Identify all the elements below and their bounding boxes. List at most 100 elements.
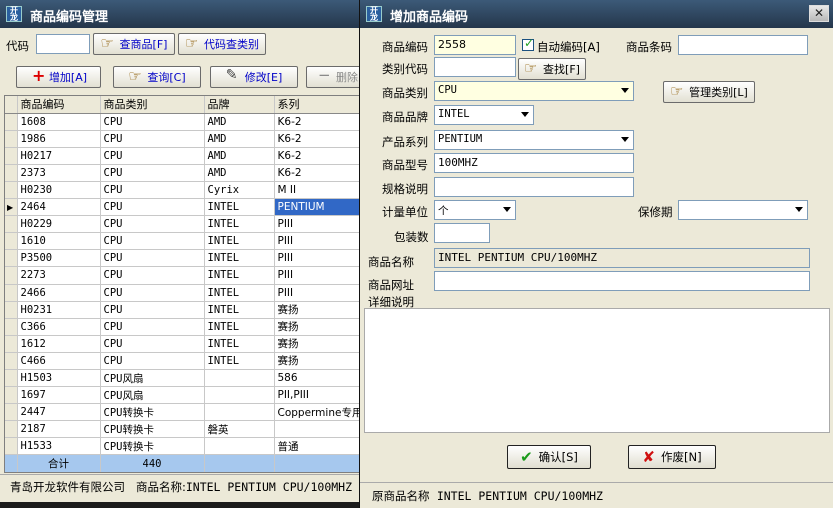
find-button[interactable]: 查找[F] — [518, 58, 586, 80]
table-cell[interactable]: CPU — [100, 318, 205, 336]
table-row[interactable]: 2466 CPU INTEL PIII — [5, 284, 360, 302]
row-indicator[interactable] — [5, 164, 18, 182]
table-cell[interactable]: CPU — [100, 198, 205, 217]
table-cell[interactable]: CPU转换卡 — [100, 437, 205, 456]
table-cell[interactable]: INTEL — [204, 301, 275, 319]
column-header-brand[interactable]: 品牌 — [204, 96, 275, 114]
table-row[interactable]: 2273 CPU INTEL PIII — [5, 266, 360, 285]
table-cell[interactable] — [204, 437, 275, 456]
table-cell[interactable]: 赛扬 — [274, 301, 360, 319]
table-cell[interactable]: CPU — [100, 335, 205, 353]
barcode-input[interactable] — [678, 35, 808, 55]
code-find-category-button[interactable]: 代码查类别 — [178, 33, 266, 55]
row-indicator[interactable] — [5, 369, 18, 388]
table-cell[interactable]: 2447 — [17, 403, 101, 422]
table-row[interactable]: H0229 CPU INTEL PIII — [5, 215, 360, 234]
table-cell[interactable]: INTEL — [204, 335, 275, 353]
model-input[interactable]: 100MHZ — [434, 153, 634, 173]
column-header-series[interactable]: 系列 — [274, 96, 360, 114]
table-cell[interactable]: H1503 — [17, 369, 101, 388]
table-row[interactable]: 2187 CPU转换卡 磐英 — [5, 420, 360, 439]
table-cell[interactable]: AMD — [204, 130, 275, 148]
table-cell[interactable]: P3500 — [17, 249, 101, 268]
table-cell[interactable]: CPU — [100, 301, 205, 319]
table-cell[interactable] — [204, 386, 275, 405]
category-select[interactable]: CPU — [434, 81, 634, 101]
row-indicator[interactable] — [5, 215, 18, 234]
table-row[interactable]: H0217 CPU AMD K6-2 — [5, 147, 360, 165]
table-cell[interactable]: CPU — [100, 249, 205, 268]
table-cell[interactable]: 2373 — [17, 164, 101, 182]
table-cell[interactable]: 磐英 — [204, 420, 275, 439]
row-indicator[interactable] — [5, 420, 18, 439]
detail-textarea[interactable] — [364, 308, 830, 433]
table-cell[interactable] — [204, 369, 275, 388]
table-cell[interactable]: K6-2 — [274, 113, 360, 131]
table-cell[interactable]: CPU — [100, 215, 205, 234]
row-indicator[interactable] — [5, 113, 18, 131]
category-code-input[interactable] — [434, 57, 516, 77]
close-icon[interactable]: ✕ — [809, 5, 829, 22]
table-row[interactable]: 1697 CPU风扇 PII,PIII — [5, 386, 360, 405]
product-code-input[interactable]: 2558 — [434, 35, 516, 55]
table-cell[interactable]: CPU风扇 — [100, 386, 205, 405]
table-cell[interactable]: CPU — [100, 266, 205, 285]
warranty-select[interactable] — [678, 200, 808, 220]
table-cell[interactable] — [204, 403, 275, 422]
table-cell[interactable]: PIII — [274, 249, 360, 268]
table-cell[interactable]: PIII — [274, 284, 360, 302]
table-cell[interactable]: PIII — [274, 215, 360, 234]
brand-select[interactable]: INTEL — [434, 105, 534, 125]
table-cell[interactable]: H0230 — [17, 181, 101, 200]
package-input[interactable] — [434, 223, 490, 243]
table-row[interactable]: 1608 CPU AMD K6-2 — [5, 113, 360, 131]
table-cell[interactable]: PIII — [274, 232, 360, 251]
confirm-button[interactable]: 确认[S] — [507, 445, 591, 469]
table-cell[interactable]: M II — [274, 181, 360, 200]
manage-category-button[interactable]: 管理类别[L] — [663, 81, 755, 103]
table-cell[interactable]: CPU — [100, 181, 205, 200]
dialog-titlebar[interactable]: 开龙 增加商品编码 ✕ — [360, 0, 833, 28]
column-header-category[interactable]: 商品类别 — [100, 96, 205, 114]
table-row[interactable]: H0230 CPU Cyrix M II — [5, 181, 360, 200]
table-cell[interactable]: PIII — [274, 266, 360, 285]
table-cell[interactable]: CPU — [100, 147, 205, 165]
table-cell[interactable]: 赛扬 — [274, 318, 360, 336]
table-cell[interactable]: 1610 — [17, 232, 101, 251]
table-cell[interactable]: CPU — [100, 352, 205, 371]
table-cell[interactable]: INTEL — [204, 215, 275, 234]
table-cell[interactable]: 2273 — [17, 266, 101, 285]
table-cell[interactable]: H0231 — [17, 301, 101, 319]
row-indicator[interactable] — [5, 335, 18, 353]
table-row[interactable]: C366 CPU INTEL 赛扬 — [5, 318, 360, 336]
table-cell[interactable]: CPU — [100, 284, 205, 302]
table-row[interactable]: 2447 CPU转换卡 Coppermine专用 — [5, 403, 360, 422]
spec-input[interactable] — [434, 177, 634, 197]
query-button[interactable]: 查询[C] — [113, 66, 201, 88]
table-cell[interactable]: 1986 — [17, 130, 101, 148]
table-cell[interactable]: 1697 — [17, 386, 101, 405]
table-cell[interactable]: INTEL — [204, 284, 275, 302]
table-cell[interactable]: AMD — [204, 113, 275, 131]
table-row[interactable]: 1986 CPU AMD K6-2 — [5, 130, 360, 148]
delete-button[interactable]: 删除 — [306, 66, 362, 88]
table-cell[interactable]: AMD — [204, 164, 275, 182]
table-cell[interactable]: K6-2 — [274, 130, 360, 148]
table-row[interactable]: H1533 CPU转换卡 普通 — [5, 437, 360, 456]
table-cell[interactable]: CPU — [100, 232, 205, 251]
table-row[interactable]: 1612 CPU INTEL 赛扬 — [5, 335, 360, 353]
table-row[interactable]: 2464CPUINTELPENTIUM — [5, 198, 360, 217]
table-cell[interactable]: CPU — [100, 113, 205, 131]
void-button[interactable]: 作废[N] — [628, 445, 716, 469]
product-grid[interactable]: 商品编码 商品类别 品牌 系列 1608 CPU AMD K6-2 1986 CPU AMD… — [4, 95, 362, 473]
row-indicator[interactable] — [5, 437, 18, 456]
table-cell[interactable]: INTEL — [204, 266, 275, 285]
table-cell[interactable]: H1533 — [17, 437, 101, 456]
table-cell[interactable]: CPU转换卡 — [100, 403, 205, 422]
table-cell[interactable]: PENTIUM — [274, 198, 360, 217]
table-row[interactable]: C466 CPU INTEL 赛扬 — [5, 352, 360, 371]
table-cell[interactable]: 普通 — [274, 437, 360, 456]
table-cell[interactable]: INTEL — [204, 198, 275, 217]
code-input[interactable] — [36, 34, 90, 54]
find-product-button[interactable]: 查商品[F] — [93, 33, 175, 55]
